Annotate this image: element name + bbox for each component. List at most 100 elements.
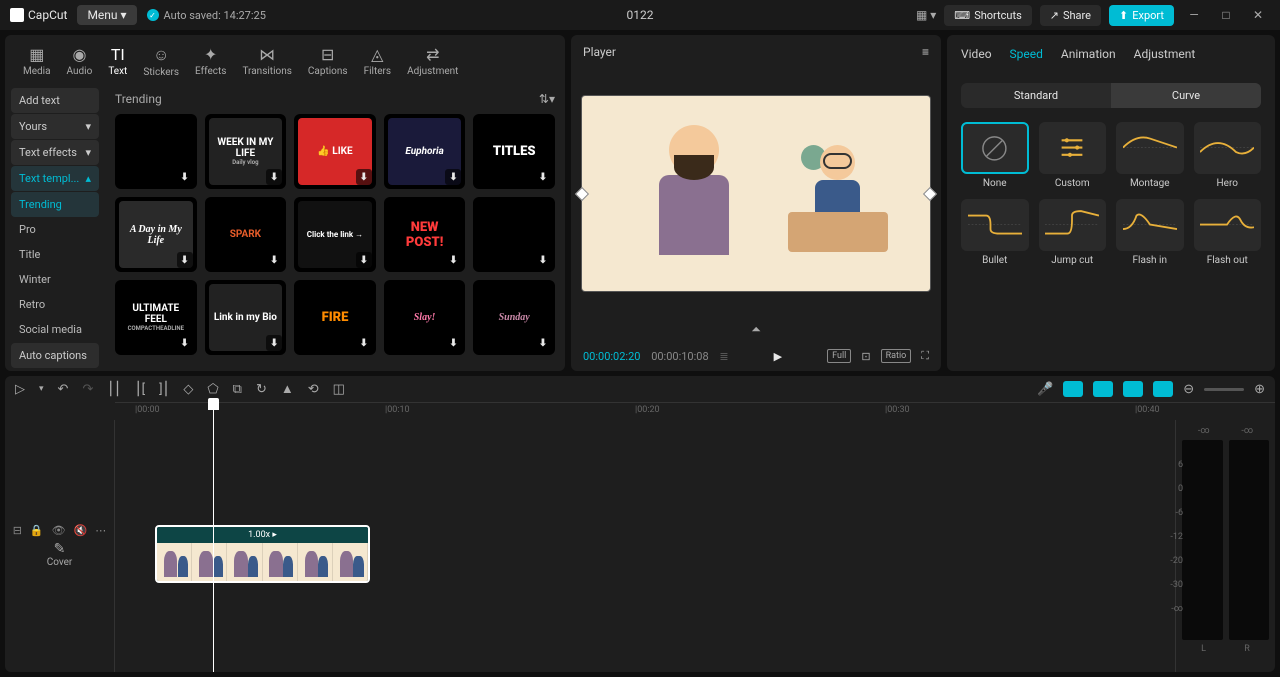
refresh-tool[interactable]: ⟲ [308, 382, 319, 397]
template-thumb[interactable]: ⬇ [115, 114, 197, 189]
magnet-tool-3[interactable] [1123, 381, 1143, 397]
split-left-tool[interactable]: ⎮[ [135, 382, 145, 397]
download-icon[interactable]: ⬇ [177, 335, 193, 351]
download-icon[interactable]: ⬇ [535, 335, 551, 351]
segment-standard[interactable]: Standard [961, 83, 1111, 108]
segment-curve[interactable]: Curve [1111, 83, 1261, 108]
undo-button[interactable]: ↶ [58, 382, 69, 397]
shortcuts-button[interactable]: ⌨ Shortcuts [944, 5, 1031, 26]
split-right-tool[interactable]: ]⎮ [159, 382, 169, 397]
cover-button[interactable]: ✎ Cover [47, 541, 73, 568]
share-button[interactable]: ↗ Share [1040, 5, 1101, 26]
tool-tab-audio[interactable]: ◉Audio [59, 41, 101, 82]
template-thumb[interactable]: ⬇ [473, 197, 555, 272]
template-thumb[interactable]: Slay!⬇ [384, 280, 466, 355]
player-menu-icon[interactable]: ≡ [922, 45, 929, 59]
ratio-button[interactable]: Ratio [881, 349, 912, 363]
shield-tool[interactable]: ⬠ [207, 382, 218, 397]
sidebar-item-retro[interactable]: Retro [11, 292, 99, 317]
magnet-tool-4[interactable] [1153, 381, 1173, 397]
download-icon[interactable]: ⬇ [535, 252, 551, 268]
template-thumb[interactable]: FIRE⬇ [294, 280, 376, 355]
download-icon[interactable]: ⬇ [356, 169, 372, 185]
sidebar-item-title[interactable]: Title [11, 242, 99, 267]
tool-tab-text[interactable]: TIText [100, 41, 135, 82]
download-icon[interactable]: ⬇ [445, 169, 461, 185]
tool-tab-stickers[interactable]: ☺Stickers [135, 41, 187, 82]
template-thumb[interactable]: NEW POST!⬇ [384, 197, 466, 272]
property-tab-animation[interactable]: Animation [1061, 47, 1116, 61]
menu-button[interactable]: Menu ▾ [77, 5, 136, 25]
download-icon[interactable]: ⬇ [535, 169, 551, 185]
full-button[interactable]: Full [827, 349, 851, 363]
template-thumb[interactable]: Euphoria⬇ [384, 114, 466, 189]
sidebar-item-trending[interactable]: Trending [11, 192, 99, 217]
download-icon[interactable]: ⬇ [266, 252, 282, 268]
mic-icon[interactable]: 🎤 [1037, 382, 1053, 397]
minimize-button[interactable]: — [1182, 3, 1206, 27]
rotate-tool[interactable]: ↻ [256, 382, 267, 397]
template-thumb[interactable]: WEEK IN MY LIFEDaily vlog⬇ [205, 114, 287, 189]
template-thumb[interactable]: Link in my Bio⬇ [205, 280, 287, 355]
redo-button[interactable]: ↷ [82, 382, 93, 397]
track-menu-icon[interactable]: ⊟ [13, 524, 22, 537]
download-icon[interactable]: ⬇ [356, 252, 372, 268]
mirror-tool[interactable]: ▲ [281, 381, 294, 397]
track-eye-icon[interactable]: 👁 [52, 524, 66, 537]
text-templates-dropdown[interactable]: Text templ...▴ [11, 166, 99, 191]
download-icon[interactable]: ⬇ [266, 169, 282, 185]
property-tab-adjustment[interactable]: Adjustment [1134, 47, 1196, 61]
copy-tool[interactable]: ⧉ [233, 382, 242, 397]
layout-icon[interactable]: ▦ ▾ [916, 8, 936, 22]
tool-tab-captions[interactable]: ⊟Captions [300, 41, 356, 82]
yours-dropdown[interactable]: Yours▾ [11, 114, 99, 139]
timeline-tracks[interactable]: 1.00x ▸ [115, 420, 1175, 672]
preview-canvas[interactable] [581, 95, 931, 292]
download-icon[interactable]: ⬇ [177, 169, 193, 185]
track-mute-icon[interactable]: 🔇 [74, 524, 88, 537]
property-tab-video[interactable]: Video [961, 47, 992, 61]
curve-montage[interactable]: Montage [1116, 122, 1184, 189]
tool-tab-transitions[interactable]: ⋈Transitions [234, 41, 299, 82]
tool-tab-effects[interactable]: ✦Effects [187, 41, 234, 82]
close-button[interactable]: ✕ [1246, 3, 1270, 27]
tool-tab-filters[interactable]: ◬Filters [356, 41, 400, 82]
sort-icon[interactable]: ⇅▾ [539, 92, 555, 106]
template-thumb[interactable]: Sunday⬇ [473, 280, 555, 355]
split-tool[interactable]: ⎮⎮ [107, 382, 121, 397]
download-icon[interactable]: ⬇ [356, 335, 372, 351]
curve-custom[interactable]: Custom [1039, 122, 1107, 189]
zoom-out-icon[interactable]: ⊖ [1183, 382, 1194, 397]
curve-flash-out[interactable]: Flash out [1194, 199, 1262, 266]
curve-bullet[interactable]: Bullet [961, 199, 1029, 266]
curve-none[interactable]: None [961, 122, 1029, 189]
download-icon[interactable]: ⬇ [445, 252, 461, 268]
video-clip[interactable]: 1.00x ▸ [155, 525, 370, 583]
marker-tool[interactable]: ◇ [183, 382, 193, 397]
template-thumb[interactable]: A Day in My Life⬇ [115, 197, 197, 272]
download-icon[interactable]: ⬇ [445, 335, 461, 351]
curve-hero[interactable]: Hero [1194, 122, 1262, 189]
curve-flash-in[interactable]: Flash in [1116, 199, 1184, 266]
download-icon[interactable]: ⬇ [177, 252, 193, 268]
magnet-tool-2[interactable] [1093, 381, 1113, 397]
property-tab-speed[interactable]: Speed [1010, 47, 1043, 61]
track-lock-icon[interactable]: 🔒 [30, 524, 44, 537]
template-thumb[interactable]: 👍 LIKE⬇ [294, 114, 376, 189]
playhead[interactable] [213, 402, 214, 672]
sidebar-item-winter[interactable]: Winter [11, 267, 99, 292]
zoom-slider[interactable] [1204, 388, 1244, 391]
capture-icon[interactable]: ⏶ [571, 318, 941, 341]
tool-tab-adjustment[interactable]: ⇄Adjustment [399, 41, 466, 82]
play-button[interactable]: ▶ [774, 350, 782, 363]
text-effects-dropdown[interactable]: Text effects▾ [11, 140, 99, 165]
crop-icon[interactable]: ⊡ [861, 350, 870, 363]
list-icon[interactable]: ≣ [719, 350, 728, 363]
template-thumb[interactable]: Click the link →⬇ [294, 197, 376, 272]
magnet-tool-1[interactable] [1063, 381, 1083, 397]
pointer-dropdown[interactable]: ▾ [39, 384, 44, 394]
maximize-button[interactable]: □ [1214, 3, 1238, 27]
auto-captions-button[interactable]: Auto captions [11, 343, 99, 368]
curve-jump-cut[interactable]: Jump cut [1039, 199, 1107, 266]
fullscreen-icon[interactable]: ⛶ [921, 349, 929, 363]
